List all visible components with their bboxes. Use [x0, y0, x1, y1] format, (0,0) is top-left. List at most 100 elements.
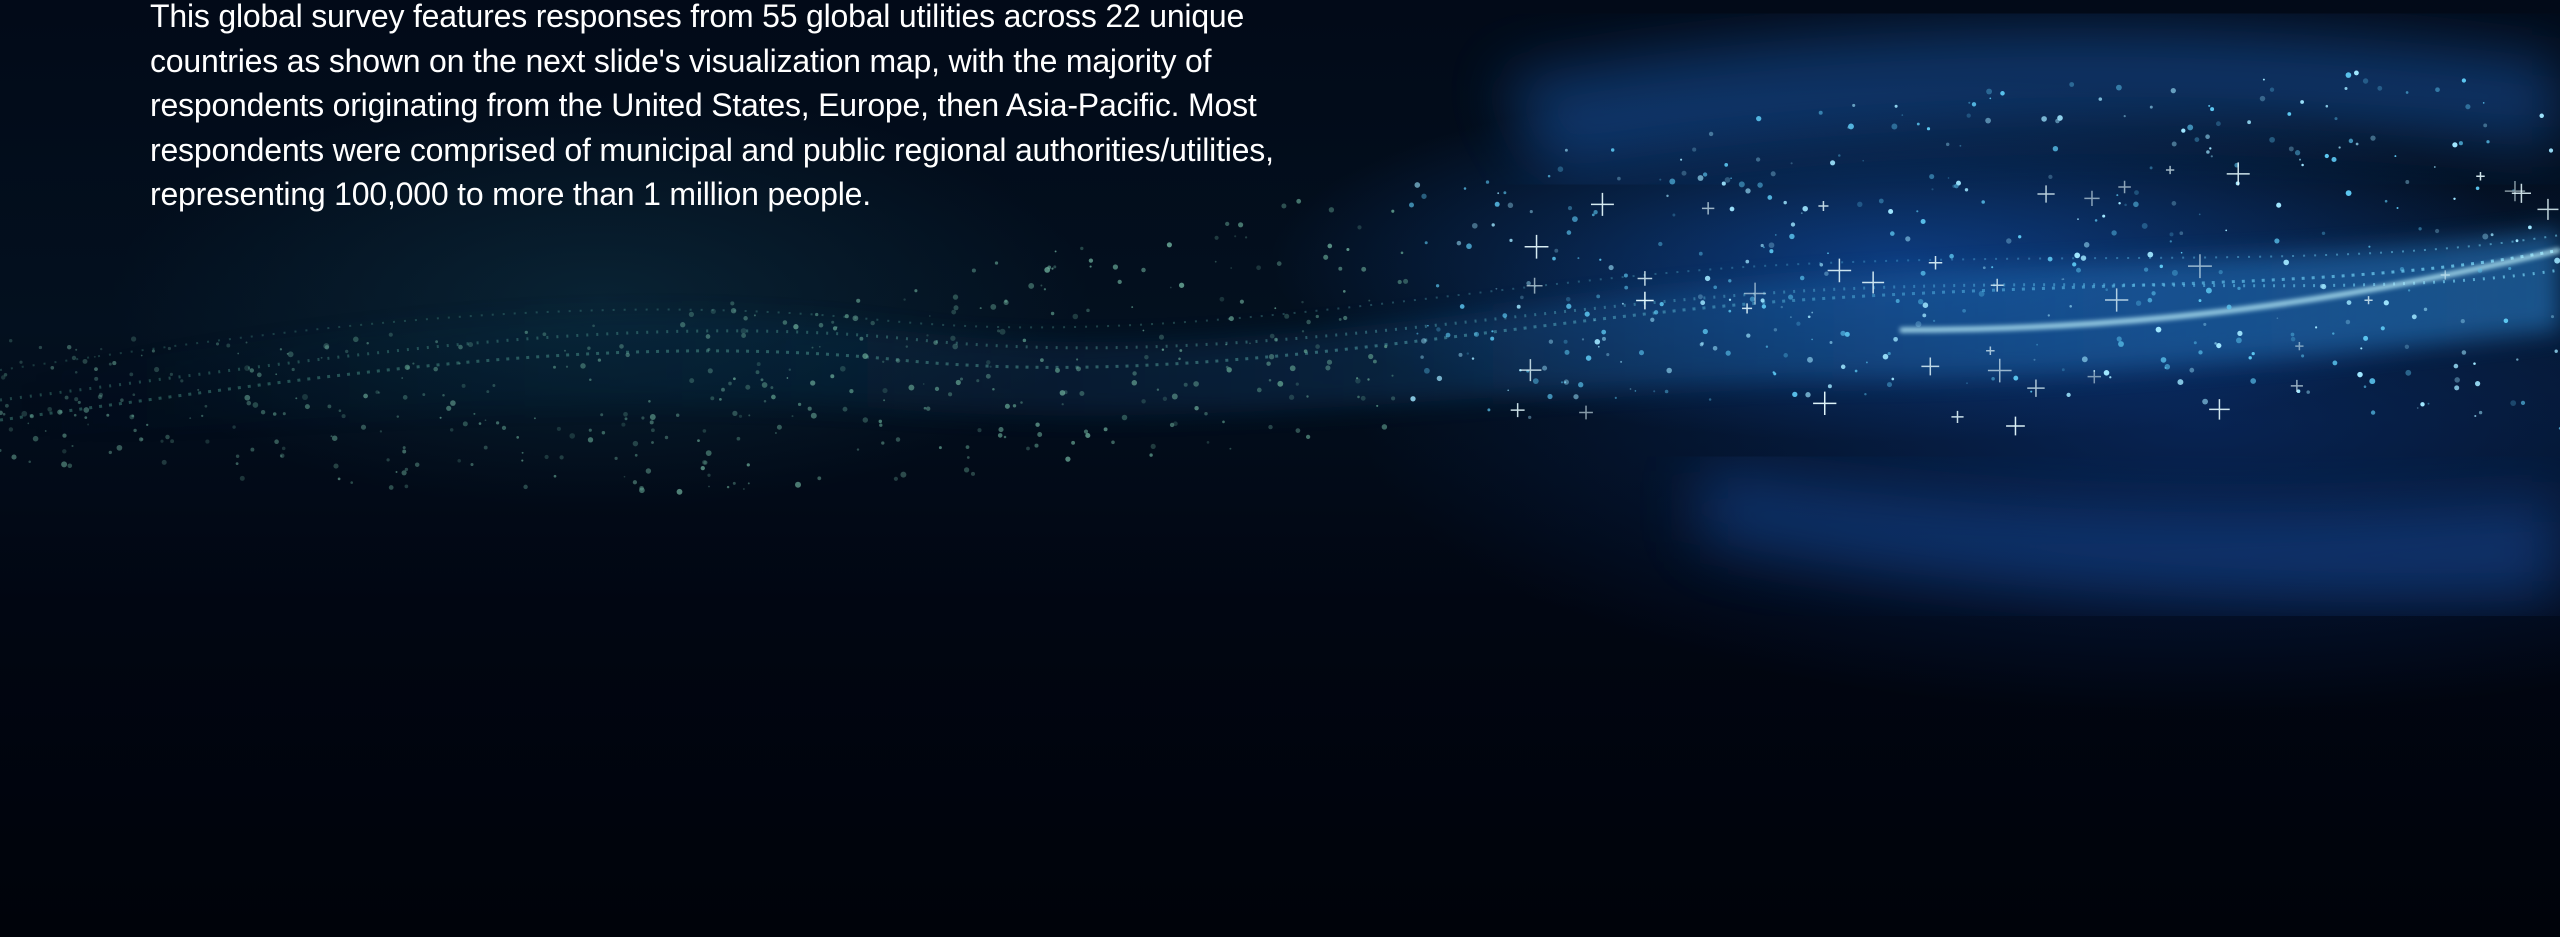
particle: [450, 400, 456, 406]
particle: [710, 308, 716, 314]
particle: [2061, 368, 2065, 372]
particle: [1276, 261, 1282, 266]
particle: [2206, 150, 2210, 154]
particle: [8, 427, 14, 432]
particle: [2324, 153, 2329, 159]
particle: [2454, 377, 2460, 383]
particle: [882, 360, 885, 363]
particle: [461, 383, 466, 388]
particle: [702, 460, 707, 465]
particle: [333, 463, 339, 469]
particle: [2423, 307, 2428, 312]
particle: [895, 358, 901, 363]
particle: [970, 471, 976, 476]
particle: [977, 428, 982, 433]
particle: [154, 366, 160, 373]
particle: [746, 463, 750, 467]
particle: [1985, 117, 1991, 124]
sparkle: [1701, 202, 1715, 215]
particle: [239, 475, 245, 481]
particle: [402, 446, 406, 450]
particle: [1391, 209, 1395, 213]
particle: [1274, 337, 1278, 342]
particle: [587, 346, 591, 351]
particle: [2344, 86, 2348, 91]
particle: [2135, 300, 2142, 306]
particle: [1368, 353, 1374, 360]
particle: [1659, 178, 1662, 181]
particle: [279, 348, 283, 351]
particle: [2262, 78, 2265, 81]
particle: [1773, 372, 1777, 376]
particle: [2198, 350, 2203, 355]
particle: [592, 324, 595, 328]
particle: [1161, 348, 1165, 351]
particle: [495, 421, 500, 425]
particle: [2169, 240, 2172, 243]
particle: [2383, 300, 2389, 306]
particle: [623, 475, 626, 478]
particle: [2478, 410, 2483, 415]
particle: [108, 362, 112, 366]
particle: [619, 344, 624, 349]
particle: [2248, 356, 2252, 360]
particle: [1769, 249, 1774, 254]
particle: [1981, 200, 1985, 204]
particle: [1564, 349, 1570, 355]
particle: [2360, 347, 2363, 350]
particle: [1301, 330, 1305, 333]
particle: [2384, 199, 2388, 203]
particle: [2345, 319, 2351, 325]
particle: [649, 414, 656, 420]
particle: [1284, 313, 1290, 319]
particle: [641, 416, 645, 420]
particle: [732, 481, 736, 485]
particle: [1022, 338, 1027, 343]
particle: [2209, 147, 2212, 150]
particle: [1702, 172, 1708, 177]
particle: [2000, 91, 2005, 96]
particle: [2149, 166, 2153, 170]
particle: [2055, 118, 2060, 124]
particle: [201, 414, 204, 418]
particle: [286, 352, 289, 355]
particle: [19, 360, 23, 364]
particle: [2116, 194, 2119, 197]
particle: [1725, 350, 1731, 356]
particle: [2210, 107, 2215, 112]
particle: [1878, 198, 1884, 204]
particle: [1982, 266, 1986, 270]
particle: [74, 371, 78, 374]
particle: [1577, 257, 1580, 260]
particle: [1796, 321, 1801, 326]
particle: [169, 372, 173, 376]
particle: [818, 345, 821, 348]
sparkle: [2537, 198, 2559, 220]
particle: [244, 394, 251, 401]
particle: [1704, 275, 1711, 282]
particle: [1053, 265, 1057, 269]
particle: [1729, 206, 1735, 212]
particle: [94, 376, 99, 381]
particle: [1516, 304, 1521, 309]
particle: [707, 473, 711, 477]
particle: [197, 388, 200, 391]
particle: [689, 378, 695, 384]
particle: [2394, 155, 2397, 158]
particle: [1301, 300, 1304, 304]
particle: [1805, 392, 1811, 398]
particle: [2332, 332, 2335, 335]
particle: [1591, 213, 1595, 217]
particle: [1915, 321, 1922, 328]
particle: [1932, 319, 1936, 323]
particle: [1893, 336, 1898, 342]
particle: [1968, 101, 1971, 104]
particle: [1131, 380, 1138, 386]
particle: [2052, 146, 2059, 152]
particle: [1268, 354, 1275, 360]
particle: [2018, 235, 2022, 239]
particle: [1229, 447, 1232, 450]
particle: [1659, 301, 1664, 307]
particle: [2250, 378, 2257, 384]
particle: [1560, 381, 1564, 384]
